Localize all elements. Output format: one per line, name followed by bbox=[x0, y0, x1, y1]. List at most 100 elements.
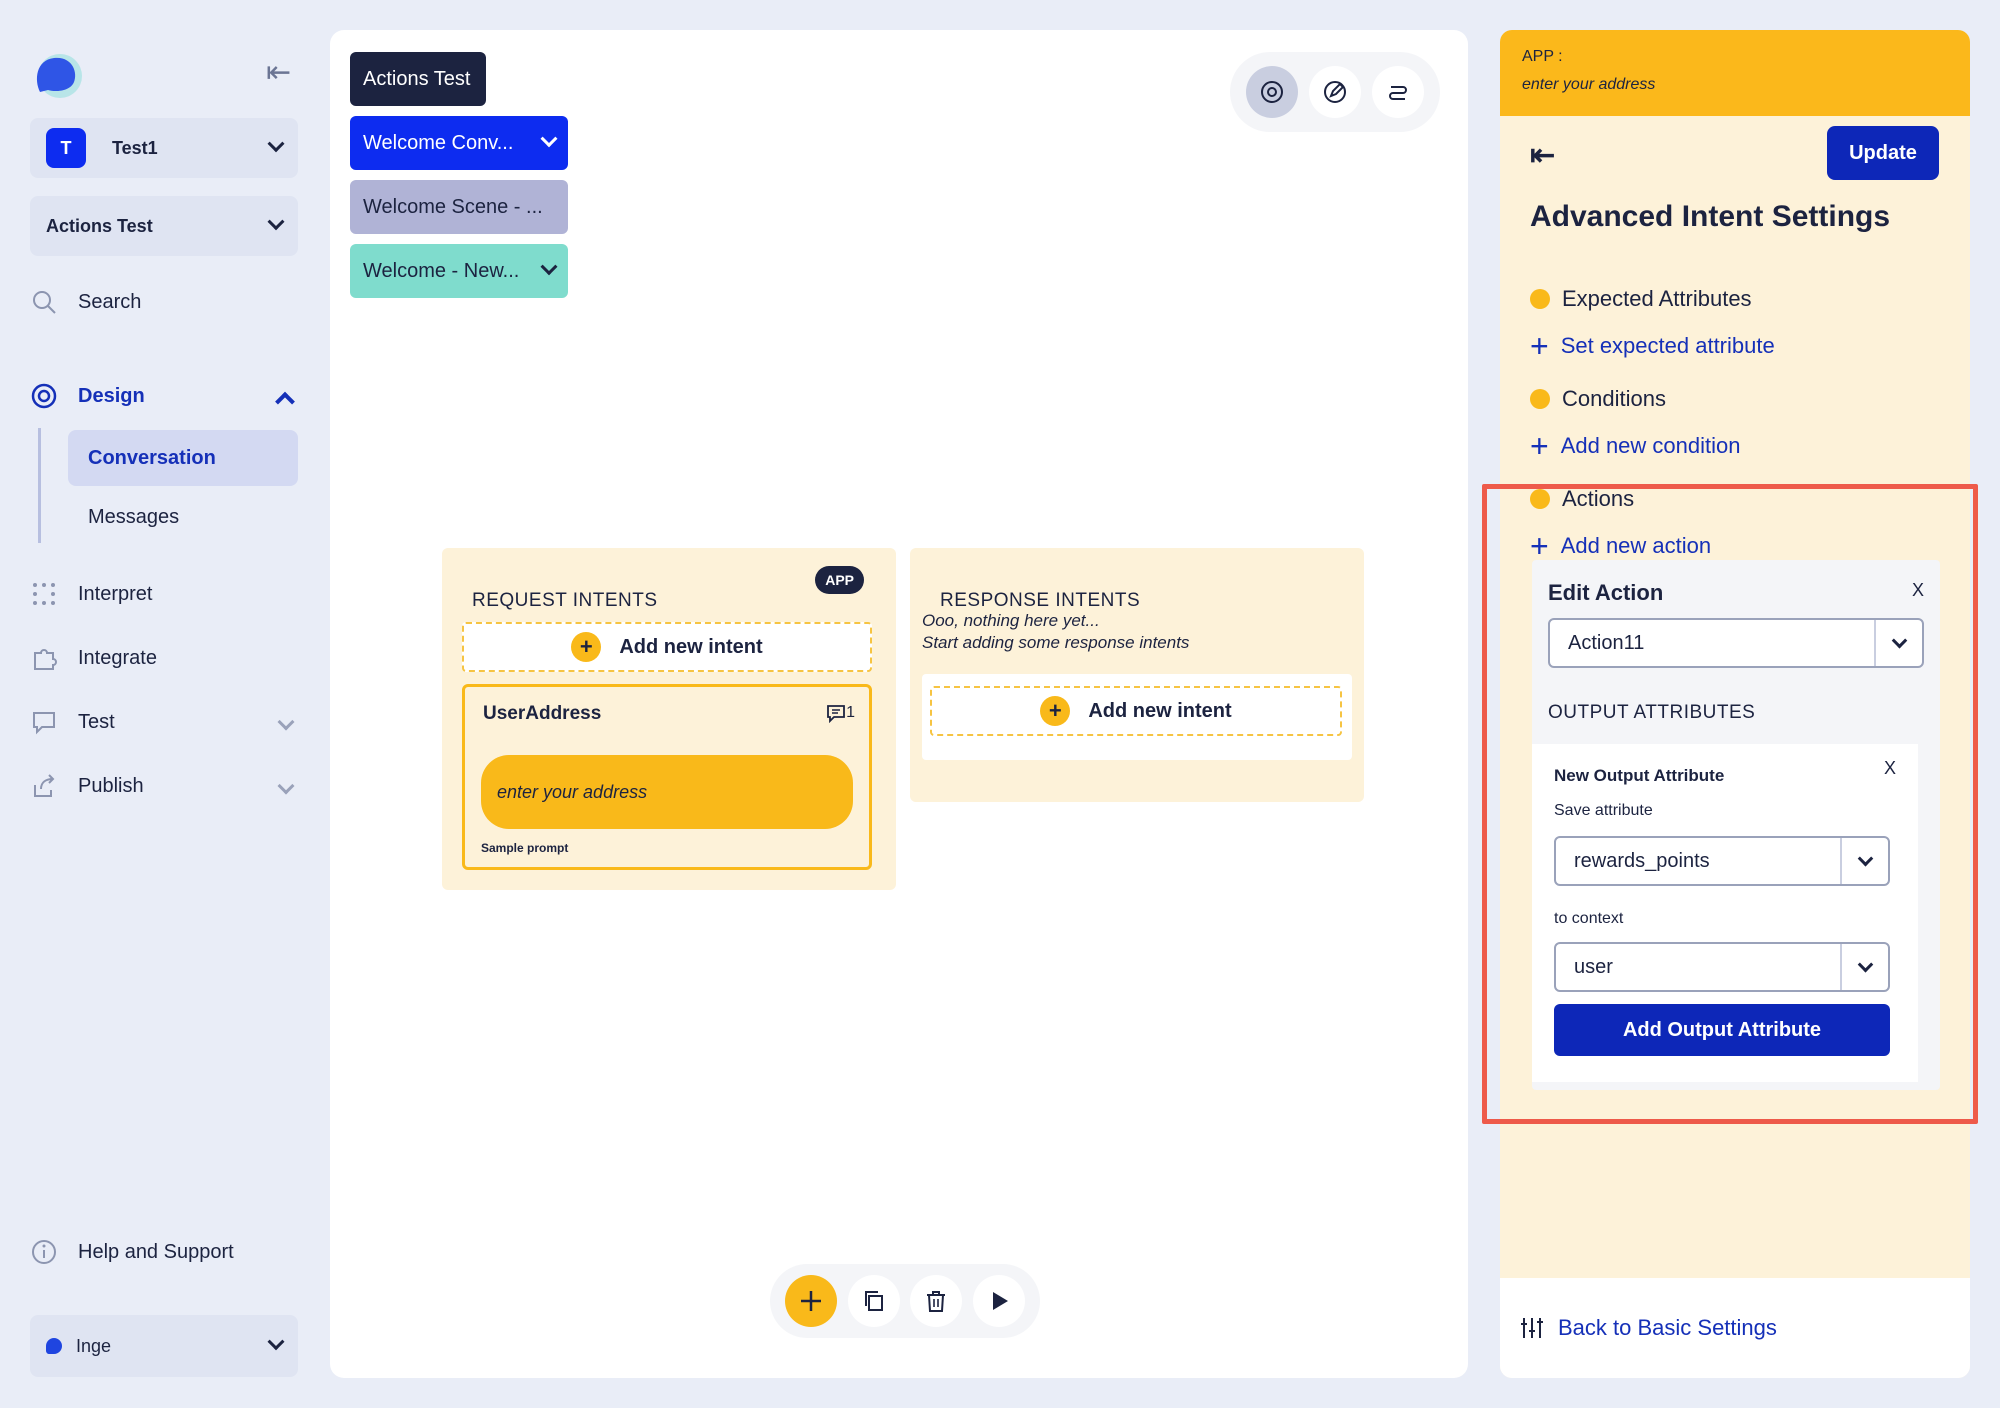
design-mode-button[interactable] bbox=[1245, 66, 1298, 118]
empty-line-1: Ooo, nothing here yet... bbox=[922, 611, 1100, 630]
response-intents-panel: RESPONSE INTENTS Ooo, nothing here yet..… bbox=[910, 548, 1364, 802]
add-output-attribute-button[interactable]: Add Output Attribute bbox=[1554, 1004, 1890, 1056]
user-avatar bbox=[46, 1338, 62, 1354]
chat-bubble-icon bbox=[30, 708, 58, 736]
request-intents-panel: REQUEST INTENTS APP + Add new intent Use… bbox=[442, 548, 896, 890]
chip-welcome-new[interactable]: Welcome - New... bbox=[350, 244, 568, 298]
app-prompt-text: enter your address bbox=[1522, 76, 1656, 93]
canvas-action-bar bbox=[770, 1264, 1040, 1338]
section-label: Conditions bbox=[1562, 386, 1666, 411]
trash-icon bbox=[927, 1291, 946, 1312]
user-menu[interactable]: Inge bbox=[30, 1315, 298, 1377]
project-name: Actions Test bbox=[46, 215, 153, 236]
action-select[interactable]: Action11 bbox=[1548, 618, 1924, 668]
chip-welcome-conversation[interactable]: Welcome Conv... bbox=[350, 116, 568, 170]
dots-grid-icon bbox=[30, 580, 58, 608]
context-select[interactable]: user bbox=[1554, 942, 1890, 992]
play-button[interactable] bbox=[972, 1275, 1025, 1327]
add-new-action-link[interactable]: + Add new action bbox=[1530, 530, 1711, 562]
flow-icon bbox=[1389, 86, 1408, 100]
expected-attributes-heading: Expected Attributes bbox=[1530, 286, 1752, 312]
add-intent-label: Add new intent bbox=[619, 635, 763, 658]
sliders-icon bbox=[1521, 1318, 1543, 1338]
delete-button[interactable] bbox=[910, 1275, 963, 1327]
duplicate-button[interactable] bbox=[847, 1275, 900, 1327]
add-new-condition-link[interactable]: + Add new condition bbox=[1530, 430, 1740, 462]
chip-label: Welcome Conv... bbox=[363, 131, 514, 154]
conditions-heading: Conditions bbox=[1530, 386, 1666, 412]
plus-icon: + bbox=[1530, 428, 1549, 464]
plus-icon bbox=[801, 1291, 822, 1311]
add-intent-label: Add new intent bbox=[1088, 699, 1232, 722]
help-and-support-link[interactable]: Help and Support bbox=[30, 1230, 302, 1274]
sidebar-item-label: Integrate bbox=[78, 646, 157, 669]
project-select[interactable]: Actions Test bbox=[30, 196, 298, 256]
sample-prompt-bubble[interactable]: enter your address bbox=[481, 755, 853, 829]
sidebar-item-label: Test bbox=[78, 710, 115, 733]
edit-mode-button[interactable] bbox=[1308, 66, 1361, 118]
app-logo-icon bbox=[36, 54, 82, 98]
sidebar-item-search[interactable]: Search bbox=[30, 280, 302, 324]
chevron-down-icon bbox=[540, 258, 558, 276]
save-attribute-select[interactable]: rewards_points bbox=[1554, 836, 1890, 886]
collapse-panel-icon[interactable]: ⇤ bbox=[1530, 138, 1555, 173]
sidebar-item-conversation[interactable]: Conversation bbox=[68, 430, 298, 486]
sidebar-item-label: Interpret bbox=[78, 582, 153, 605]
new-output-attribute-card: New Output Attribute X Save attribute re… bbox=[1532, 744, 1918, 1082]
edit-action-title: Edit Action bbox=[1548, 580, 1664, 605]
back-to-basic-settings-link[interactable]: Back to Basic Settings bbox=[1500, 1278, 1970, 1378]
add-button[interactable] bbox=[785, 1275, 838, 1327]
add-response-intent-button[interactable]: + Add new intent bbox=[930, 686, 1342, 736]
chevron-down-icon bbox=[1840, 838, 1888, 884]
back-to-basic-label: Back to Basic Settings bbox=[1558, 1315, 1777, 1340]
link-label: Add new action bbox=[1560, 533, 1712, 558]
sidebar-item-messages[interactable]: Messages bbox=[68, 489, 298, 545]
canvas-toolbar bbox=[1230, 52, 1440, 132]
chevron-down-icon bbox=[1874, 620, 1922, 666]
request-intents-title: REQUEST INTENTS bbox=[472, 590, 658, 611]
play-icon bbox=[992, 1292, 1008, 1310]
close-output-button[interactable]: X bbox=[1884, 758, 1896, 779]
plus-icon: + bbox=[571, 632, 602, 662]
output-attributes-title: OUTPUT ATTRIBUTES bbox=[1548, 702, 1756, 723]
chip-welcome-scene[interactable]: Welcome Scene - ... bbox=[350, 180, 568, 234]
section-label: Actions bbox=[1562, 486, 1635, 511]
plus-icon: + bbox=[1530, 528, 1549, 564]
intent-card-useraddress[interactable]: UserAddress 1 enter your address Sample … bbox=[462, 684, 872, 870]
update-button[interactable]: Update bbox=[1827, 126, 1939, 180]
sidebar-item-integrate[interactable]: Integrate bbox=[30, 636, 302, 680]
edit-icon bbox=[1323, 81, 1346, 103]
sidebar-item-test[interactable]: Test bbox=[30, 700, 302, 744]
chip-label: Actions Test bbox=[363, 67, 471, 90]
collapse-sidebar-icon[interactable]: ⇤ bbox=[266, 58, 302, 88]
empty-state-text: Ooo, nothing here yet... Start adding so… bbox=[922, 610, 1189, 654]
link-label: Set expected attribute bbox=[1560, 333, 1775, 358]
sidebar-item-design[interactable]: Design bbox=[30, 374, 302, 418]
subnav-divider bbox=[38, 428, 41, 543]
workspace-select[interactable]: T Test1 bbox=[30, 118, 298, 178]
user-name: Inge bbox=[76, 1335, 112, 1356]
flow-mode-button[interactable] bbox=[1372, 66, 1425, 118]
bullet-dot bbox=[1530, 489, 1550, 509]
sidebar: ⇤ T Test1 Actions Test Search Design Con… bbox=[0, 0, 320, 1408]
add-request-intent-button[interactable]: + Add new intent bbox=[462, 622, 872, 672]
chevron-down-icon bbox=[267, 135, 285, 153]
empty-line-2: Start adding some response intents bbox=[922, 633, 1190, 652]
chip-actions-test[interactable]: Actions Test bbox=[350, 52, 486, 106]
search-icon bbox=[30, 288, 58, 316]
save-attribute-label: Save attribute bbox=[1554, 802, 1653, 819]
sidebar-item-label: Design bbox=[78, 384, 145, 407]
app-prompt-header: APP : enter your address bbox=[1500, 30, 1970, 116]
sidebar-item-interpret[interactable]: Interpret bbox=[30, 572, 302, 616]
sidebar-item-publish[interactable]: Publish bbox=[30, 764, 302, 808]
new-output-title: New Output Attribute bbox=[1554, 766, 1725, 785]
set-expected-attribute-link[interactable]: + Set expected attribute bbox=[1530, 330, 1775, 362]
bullet-dot bbox=[1530, 389, 1550, 409]
chevron-down-icon bbox=[267, 1333, 285, 1351]
chevron-down-icon bbox=[267, 213, 285, 231]
app-label: APP : bbox=[1522, 48, 1563, 65]
close-edit-action-button[interactable]: X bbox=[1912, 580, 1924, 601]
save-attribute-value: rewards_points bbox=[1574, 849, 1710, 872]
response-intents-title: RESPONSE INTENTS bbox=[940, 590, 1141, 611]
help-label: Help and Support bbox=[78, 1240, 234, 1263]
